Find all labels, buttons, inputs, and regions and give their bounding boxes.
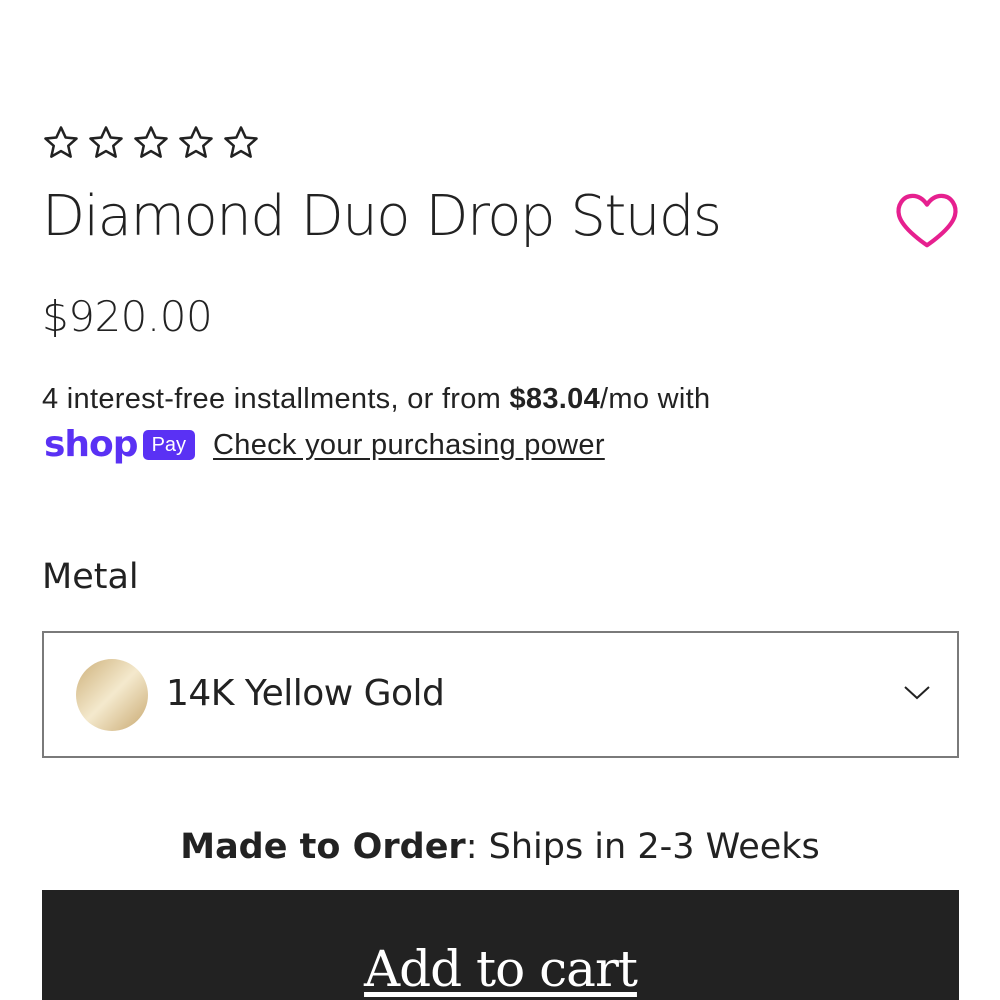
wishlist-button[interactable] (892, 188, 962, 250)
shop-pay-row: shop Pay Check your purchasing power (44, 427, 605, 463)
star-outline-icon (177, 124, 215, 162)
shipping-info: Made to Order: Ships in 2-3 Weeks (0, 827, 1000, 867)
shipping-detail: Ships in 2-3 Weeks (477, 827, 820, 867)
metal-select[interactable]: 14K Yellow Gold (42, 631, 959, 758)
gold-swatch (76, 659, 148, 731)
star-outline-icon (42, 124, 80, 162)
shipping-separator: : (465, 827, 478, 867)
add-to-cart-button[interactable]: Add to cart (42, 890, 959, 1000)
product-detail-page: Diamond Duo Drop Studs $920.00 4 interes… (0, 0, 1000, 1000)
check-purchasing-power-link[interactable]: Check your purchasing power (213, 429, 605, 462)
star-outline-icon (222, 124, 260, 162)
product-price: $920.00 (42, 292, 213, 341)
shop-pay-logo: shop (44, 424, 139, 465)
shipping-label: Made to Order (180, 827, 466, 867)
installment-amount: $83.04 (509, 383, 600, 415)
installments-text: 4 interest-free installments, or from $8… (42, 383, 710, 416)
heart-outline-icon (896, 193, 958, 248)
add-to-cart-label: Add to cart (364, 940, 638, 998)
shop-pay-badge: Pay (142, 430, 196, 460)
product-title: Diamond Duo Drop Studs (42, 184, 722, 249)
star-rating[interactable] (42, 124, 260, 162)
installments-prefix: 4 interest-free installments, or from (42, 383, 510, 415)
star-outline-icon (132, 124, 170, 162)
star-outline-icon (87, 124, 125, 162)
chevron-down-icon (904, 686, 930, 700)
metal-label: Metal (42, 557, 139, 597)
installments-suffix: /mo with (600, 383, 711, 415)
metal-selected-value: 14K Yellow Gold (166, 673, 445, 714)
